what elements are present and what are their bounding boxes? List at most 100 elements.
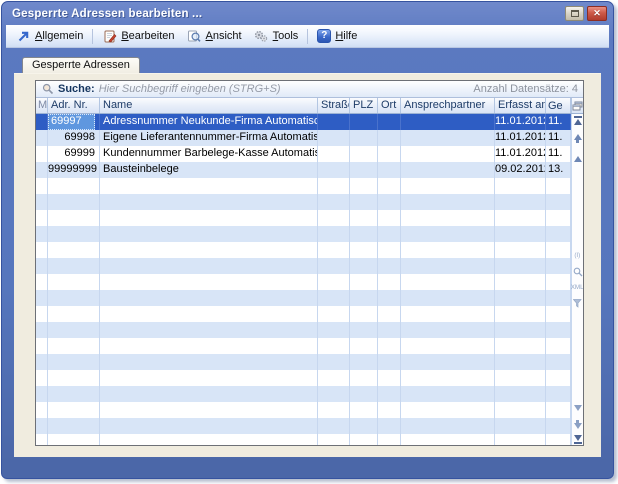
window-controls: ✕ [565,6,607,21]
empty-row [36,194,571,210]
cell-adr-nr: 69998 [48,130,100,146]
go-first-row-button[interactable] [572,116,583,125]
empty-row [36,418,571,434]
grid-search-bar[interactable]: Suche: Hier Suchbegriff eingeben (STRG+S… [36,81,583,98]
cell-geaendert-am: 11. [546,146,571,162]
cell-ort [378,114,401,130]
scroll-down-button[interactable] [572,405,583,411]
table-row[interactable]: 99999999 Bausteinbelege 09.02.2012 13. [36,162,571,178]
search-label: Suche: [58,83,95,95]
empty-row [36,178,571,194]
cell-m [36,130,48,146]
cell-geaendert-am: 11. [546,130,571,146]
gears-icon [254,29,269,44]
cell-adr-nr: 99999999 [48,162,100,178]
table-row[interactable]: 69999 Kundennummer Barbelege-Kasse Autom… [36,146,571,162]
move-up-button[interactable] [572,134,583,143]
empty-row [36,258,571,274]
column-chooser-button[interactable] [571,98,583,113]
column-header-name[interactable]: Name [100,98,318,113]
menu-item-label: Allgemein [35,30,83,42]
app-window: Gesperrte Adressen bearbeiten ... ✕ Allg… [1,1,614,479]
empty-row [36,402,571,418]
cell-name: Kundennummer Barbelege-Kasse Automatisch… [100,146,318,162]
maximize-button[interactable] [565,6,584,21]
grid-tools: (I) XML [572,252,583,308]
empty-row [36,338,571,354]
window-title: Gesperrte Adressen bearbeiten ... [12,8,565,20]
menu-item-bearbeiten[interactable]: Bearbeiten [96,26,180,46]
empty-row [36,226,571,242]
cell-strasse [318,162,350,178]
maximize-icon [571,10,579,17]
column-header-strasse[interactable]: Straße [318,98,350,113]
nav-arrow-icon [16,29,31,44]
edit-icon [102,29,117,44]
cell-plz [350,114,378,130]
cell-ort [378,130,401,146]
menu-item-tools[interactable]: Tools [248,26,305,46]
column-header-ort[interactable]: Ort [378,98,401,113]
cell-strasse [318,114,350,130]
column-header-erfasst-am[interactable]: Erfasst am [495,98,546,113]
menu-item-allgemein[interactable]: Allgemein [10,26,89,46]
move-down-button[interactable] [572,420,583,429]
search-input[interactable]: Hier Suchbegriff eingeben (STRG+S) [99,83,470,95]
xml-export-icon[interactable]: XML [571,284,583,291]
cell-strasse [318,146,350,162]
column-header-m[interactable]: M [36,98,48,113]
table-row[interactable]: 69998 Eigene Lieferantennummer-Firma Aut… [36,130,571,146]
empty-row [36,274,571,290]
grid-header: M Adr. Nr. Name Straße PLZ Ort Ansprechp… [36,98,583,114]
cell-name: Bausteinbelege [100,162,318,178]
column-header-ansprechpartner[interactable]: Ansprechpartner [401,98,495,113]
cell-ansprechpartner [401,146,495,162]
cell-strasse [318,130,350,146]
cell-name: Eigene Lieferantennummer-Firma Automatis… [100,130,318,146]
menu-item-label: Hilfe [335,30,357,42]
tab-strip: Gesperrte Adressen [22,57,613,73]
scroll-up-button[interactable] [572,156,583,162]
cell-ort [378,146,401,162]
menu-item-label: Tools [273,30,299,42]
focused-cell[interactable]: 69997 [48,114,95,130]
cell-erfasst-am: 11.01.2012 [495,114,546,130]
cell-ansprechpartner [401,130,495,146]
grid-filler [36,178,571,445]
close-button[interactable]: ✕ [587,6,607,21]
title-bar: Gesperrte Adressen bearbeiten ... ✕ [2,2,613,25]
cell-ort [378,162,401,178]
empty-row [36,290,571,306]
view-magnifier-icon [187,29,202,44]
find-icon[interactable] [573,267,583,277]
tab-gesperrte-adressen[interactable]: Gesperrte Adressen [22,57,140,73]
menu-bar: Allgemein Bearbeiten Ansicht [6,25,609,48]
column-header-geaendert-am[interactable]: Ge [546,98,571,113]
filter-icon[interactable] [573,299,583,308]
empty-row [36,370,571,386]
menu-item-label: Ansicht [206,30,242,42]
column-header-plz[interactable]: PLZ [350,98,378,113]
grid-body: 69997 Adressnummer Neukunde-Firma Automa… [36,114,583,445]
grid-side-strip: (I) XML [571,114,583,445]
empty-row [36,386,571,402]
empty-row [36,354,571,370]
cell-geaendert-am: 11. [546,114,571,130]
menu-item-ansicht[interactable]: Ansicht [181,26,248,46]
cell-ansprechpartner [401,114,495,130]
column-header-adr-nr[interactable]: Adr. Nr. [48,98,100,113]
table-row-selected[interactable]: 69997 Adressnummer Neukunde-Firma Automa… [36,114,571,130]
empty-row [36,210,571,226]
menu-item-hilfe[interactable]: ? Hilfe [311,26,363,46]
cell-adr-nr: 69999 [48,146,100,162]
cell-plz [350,146,378,162]
empty-row [36,322,571,338]
cell-m [36,162,48,178]
frame-gap [2,48,613,57]
tab-page: Suche: Hier Suchbegriff eingeben (STRG+S… [14,73,601,457]
menu-separator [92,29,93,44]
group-panel-icon[interactable]: (I) [575,252,581,259]
cell-ansprechpartner [401,162,495,178]
go-last-row-button[interactable] [572,435,583,444]
address-grid: Suche: Hier Suchbegriff eingeben (STRG+S… [35,80,584,446]
